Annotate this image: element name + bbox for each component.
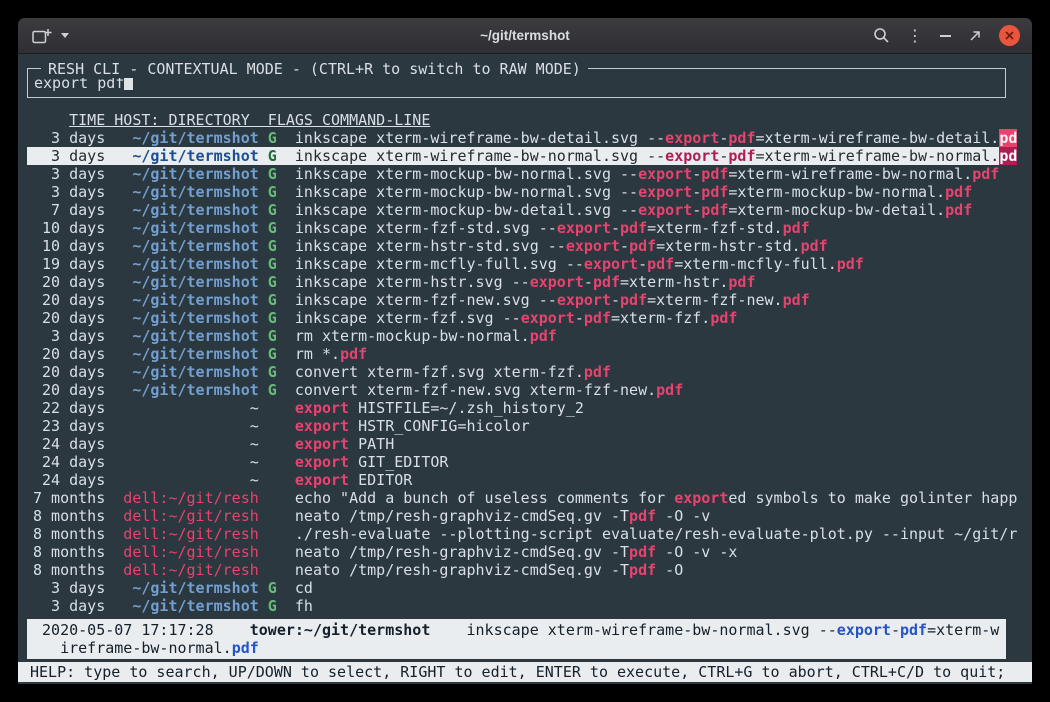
new-tab-button[interactable] <box>32 28 52 44</box>
history-row[interactable]: 3 days ~/git/termshot G inkscape xterm-w… <box>27 129 1006 147</box>
history-row[interactable]: 3 days ~/git/termshot G cd <box>27 579 1006 597</box>
history-row[interactable]: 20 days ~/git/termshot G inkscape xterm-… <box>27 291 1006 309</box>
history-row[interactable]: 23 days ~ export HSTR_CONFIG=hicolor <box>27 417 1006 435</box>
status-bar: 2020-05-07 17:17:28 tower:~/git/termshot… <box>27 619 1006 659</box>
titlebar-left-group <box>32 28 69 44</box>
status-line-1: 2020-05-07 17:17:28 tower:~/git/termshot… <box>27 621 1006 639</box>
help-bar: HELP: type to search, UP/DOWN to select,… <box>18 662 1032 682</box>
history-row[interactable]: 7 days ~/git/termshot G inkscape xterm-m… <box>27 201 1006 219</box>
new-tab-icon <box>32 28 52 44</box>
history-row[interactable]: 10 days ~/git/termshot G inkscape xterm-… <box>27 219 1006 237</box>
history-row[interactable]: 20 days ~/git/termshot G convert xterm-f… <box>27 363 1006 381</box>
minimize-button[interactable] <box>940 35 951 37</box>
history-row[interactable]: 8 months dell:~/git/resh ./resh-evaluate… <box>27 525 1006 543</box>
titlebar: ~/git/termshot ⋮ <box>18 18 1032 54</box>
history-row[interactable]: 3 days ~/git/termshot G inkscape xterm-w… <box>27 147 1006 165</box>
minimize-icon <box>940 35 951 37</box>
history-row[interactable]: 20 days ~/git/termshot G inkscape xterm-… <box>27 309 1006 327</box>
history-row[interactable]: 20 days ~/git/termshot G rm *.pdf <box>27 345 1006 363</box>
history-row[interactable]: 3 days ~/git/termshot G inkscape xterm-m… <box>27 165 1006 183</box>
history-row[interactable]: 3 days ~/git/termshot G fh <box>27 597 1006 615</box>
history-row[interactable]: 8 months dell:~/git/resh neato /tmp/resh… <box>27 561 1006 579</box>
history-row[interactable]: 24 days ~ export PATH <box>27 435 1006 453</box>
history-row[interactable]: 22 days ~ export HISTFILE=~/.zsh_history… <box>27 399 1006 417</box>
tab-dropdown-caret-icon[interactable] <box>61 33 69 38</box>
titlebar-right-group: ⋮ <box>873 25 1020 46</box>
history-row[interactable]: 8 months dell:~/git/resh neato /tmp/resh… <box>27 507 1006 525</box>
history-header: TIME HOST: DIRECTORY FLAGS COMMAND-LINE <box>27 111 1006 129</box>
history-row[interactable]: 24 days ~ export GIT_EDITOR <box>27 453 1006 471</box>
restore-icon <box>968 29 982 43</box>
history-list: TIME HOST: DIRECTORY FLAGS COMMAND-LINE … <box>27 111 1006 615</box>
history-row[interactable]: 3 days ~/git/termshot G rm xterm-mockup-… <box>27 327 1006 345</box>
history-row[interactable]: 19 days ~/git/termshot G inkscape xterm-… <box>27 255 1006 273</box>
search-button[interactable] <box>873 27 890 44</box>
restore-button[interactable] <box>968 29 982 43</box>
kebab-menu-icon: ⋮ <box>907 28 923 44</box>
history-row[interactable]: 20 days ~/git/termshot G convert xterm-f… <box>27 381 1006 399</box>
history-row[interactable]: 10 days ~/git/termshot G inkscape xterm-… <box>27 237 1006 255</box>
history-row[interactable]: 7 months dell:~/git/resh echo "Add a bun… <box>27 489 1006 507</box>
menu-button[interactable]: ⋮ <box>907 28 923 44</box>
status-line-2: ireframe-bw-normal.pdf <box>27 639 1006 657</box>
history-row[interactable]: 20 days ~/git/termshot G inkscape xterm-… <box>27 273 1006 291</box>
search-panel-title: RESH CLI - CONTEXTUAL MODE - (CTRL+R to … <box>41 60 588 78</box>
close-icon <box>1004 30 1015 41</box>
terminal-window: ~/git/termshot ⋮ R <box>18 18 1032 684</box>
history-row[interactable]: 3 days ~/git/termshot G inkscape xterm-m… <box>27 183 1006 201</box>
history-row[interactable]: 24 days ~ export EDITOR <box>27 471 1006 489</box>
close-button[interactable] <box>999 25 1020 46</box>
search-panel: RESH CLI - CONTEXTUAL MODE - (CTRL+R to … <box>27 68 1006 98</box>
search-icon <box>873 27 890 44</box>
history-row[interactable]: 8 months dell:~/git/resh neato /tmp/resh… <box>27 543 1006 561</box>
terminal-content: RESH CLI - CONTEXTUAL MODE - (CTRL+R to … <box>18 54 1032 683</box>
